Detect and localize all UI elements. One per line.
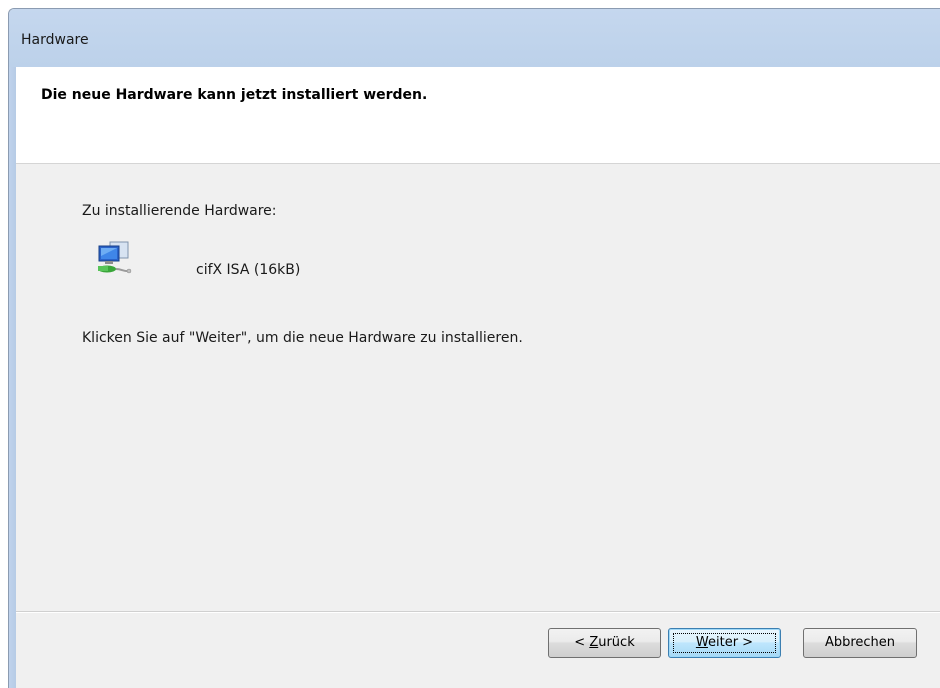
cancel-button-label: Abbrechen [824,635,896,650]
hardware-label: Zu installierende Hardware: [82,203,277,219]
next-button[interactable]: Weiter > [668,628,781,658]
device-name: cifX ISA (16kB) [196,262,301,278]
back-button-prefix: < [574,635,590,650]
back-button-mnemonic: Z [589,635,599,650]
back-button-label: urück [598,635,635,650]
header-title: Die neue Hardware kann jetzt installiert… [41,87,428,103]
cancel-button[interactable]: Abbrechen [803,628,917,658]
title-bar[interactable]: Hardware [9,9,940,67]
network-adapter-icon [96,240,132,276]
window-title: Hardware [21,32,89,48]
wizard-content: Zu installierende Hardware: cifX ISA (16… [16,164,940,611]
footer-divider-highlight [16,612,940,613]
window-frame-left [9,67,16,688]
wizard-header: Die neue Hardware kann jetzt installiert… [16,67,940,163]
instruction-text: Klicken Sie auf "Weiter", um die neue Ha… [82,330,523,346]
wizard-window: Hardware Die neue Hardware kann jetzt in… [8,8,940,688]
back-button[interactable]: < Zurück [548,628,661,658]
focus-rectangle [673,633,776,653]
